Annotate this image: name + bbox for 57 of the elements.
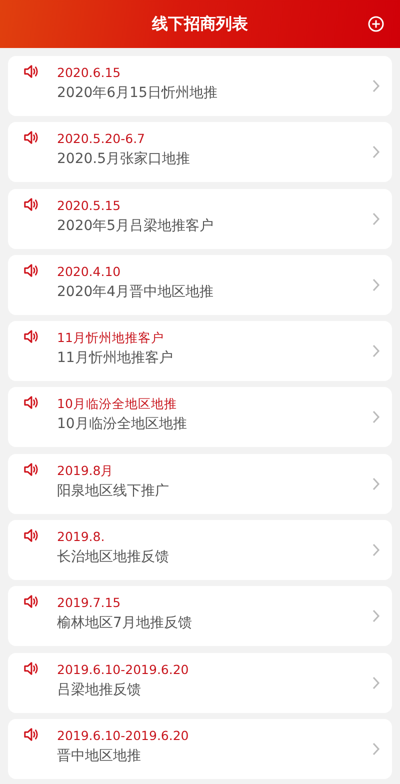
item-title: 2020.5月张家口地推 — [57, 150, 191, 170]
item-date: 2020.4.10 — [57, 262, 122, 281]
item-date: 2019.8. — [57, 528, 106, 546]
item-title: 2020年4月晋中地区地推 — [57, 282, 215, 302]
item-date: 2020.6.15 — [57, 64, 122, 82]
item-title: 阳泉地区线下推广 — [57, 482, 170, 501]
speaker-icon — [23, 462, 39, 477]
chevron-icon — [372, 410, 380, 424]
list-item[interactable]: 2020.6.15 2020年6月15日忻州地推 — [8, 56, 392, 116]
chevron-icon — [372, 79, 380, 93]
item-title: 晋中地区地推 — [57, 746, 142, 766]
item-date: 2019.8月 — [57, 462, 115, 480]
add-icon[interactable] — [368, 16, 384, 32]
speaker-icon — [23, 594, 39, 610]
item-title: 11月忻州地推客户 — [57, 349, 174, 368]
chevron-icon — [372, 476, 380, 491]
chevron-icon — [372, 212, 380, 226]
list-item[interactable]: 2020.5.20-6.7 2020.5月张家口地推 — [8, 122, 392, 182]
item-title: 长治地区地推反馈 — [57, 548, 170, 568]
item-date: 2020.5.20-6.7 — [57, 130, 146, 148]
speaker-icon — [23, 528, 39, 544]
chevron-icon — [372, 742, 380, 756]
item-date: 2019.7.15 — [57, 594, 122, 612]
list-item[interactable]: 2019.7.15 榆林地区7月地推反馈 — [8, 586, 392, 646]
item-title: 10月临汾全地区地推 — [57, 415, 188, 434]
speaker-icon — [23, 660, 39, 676]
list-item[interactable]: 2019.6.10-2019.6.20 吕梁地推反馈 — [8, 652, 392, 713]
list-item[interactable]: 2019.8. 长治地区地推反馈 — [8, 520, 392, 580]
item-date: 2019.6.10-2019.6.20 — [57, 726, 190, 745]
chevron-icon — [372, 145, 380, 160]
speaker-icon — [23, 395, 39, 410]
page-title: 线下招商列表 — [152, 14, 248, 34]
list-item[interactable]: 2020.5.15 2020年5月吕梁地推客户 — [8, 188, 392, 249]
chevron-icon — [372, 344, 380, 358]
chevron-icon — [372, 609, 380, 624]
chevron-icon — [372, 278, 380, 292]
list-item[interactable]: 11月忻州地推客户 11月忻州地推客户 — [8, 321, 392, 382]
speaker-icon — [23, 329, 39, 344]
speaker-icon — [23, 130, 39, 146]
chevron-icon — [372, 676, 380, 690]
item-date: 11月忻州地推客户 — [57, 329, 165, 348]
speaker-icon — [23, 196, 39, 212]
speaker-icon — [23, 64, 39, 79]
speaker-icon — [23, 726, 39, 742]
chevron-icon — [372, 543, 380, 558]
list-item[interactable]: 10月临汾全地区地推 10月临汾全地区地推 — [8, 387, 392, 448]
item-date: 2019.6.10-2019.6.20 — [57, 660, 190, 679]
list-item[interactable]: 2019.8月 阳泉地区线下推广 — [8, 454, 392, 514]
list-item[interactable]: 2019.6.10-2019.6.20 晋中地区地推 — [8, 718, 392, 779]
item-title: 吕梁地推反馈 — [57, 680, 142, 700]
item-title: 2020年5月吕梁地推客户 — [57, 216, 215, 236]
item-title: 2020年6月15日忻州地推 — [57, 84, 218, 103]
item-date: 10月临汾全地区地推 — [57, 395, 178, 414]
list-item[interactable]: 2020.4.10 2020年4月晋中地区地推 — [8, 254, 392, 315]
speaker-icon — [23, 262, 39, 278]
item-title: 榆林地区7月地推反馈 — [57, 614, 193, 634]
item-date: 2020.5.15 — [57, 196, 122, 215]
